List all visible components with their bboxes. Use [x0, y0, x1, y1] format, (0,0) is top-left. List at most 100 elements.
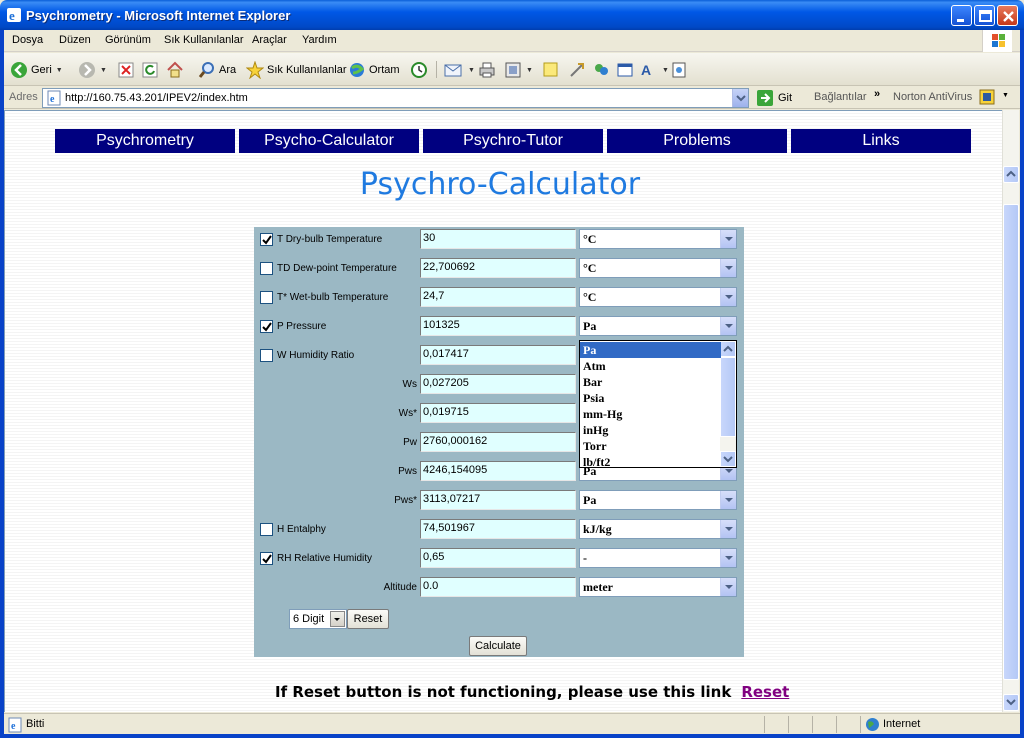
reset-button[interactable]: Reset	[347, 609, 389, 629]
row-value-input[interactable]: 24,7	[420, 287, 576, 307]
nav-problems[interactable]: Problems	[607, 129, 787, 153]
row-value-input[interactable]: 22,700692	[420, 258, 576, 278]
row-checkbox[interactable]	[260, 523, 273, 536]
row-checkbox[interactable]	[260, 320, 273, 333]
research-button[interactable]	[568, 59, 586, 81]
address-input[interactable]: e http://160.75.43.201/IPEV2/index.htm	[42, 88, 749, 108]
pressure-option[interactable]: Bar	[580, 374, 721, 390]
row-unit-select[interactable]: meter	[579, 577, 737, 597]
scroll-up-button[interactable]	[1003, 166, 1019, 183]
pressure-option[interactable]: Torr	[580, 438, 721, 454]
page-scrollbar[interactable]	[1002, 110, 1019, 712]
dropdown-scroll-up-button[interactable]	[720, 341, 736, 357]
print-button[interactable]	[478, 59, 496, 81]
row-value-input[interactable]: 0,017417	[420, 345, 576, 365]
discuss-button[interactable]	[542, 59, 560, 81]
minimize-button[interactable]	[951, 5, 972, 26]
select-arrow[interactable]	[720, 549, 736, 567]
select-arrow[interactable]	[720, 578, 736, 596]
window-button[interactable]	[616, 59, 634, 81]
home-button[interactable]	[166, 59, 184, 81]
row-checkbox[interactable]	[260, 349, 273, 362]
norton-dropdown-icon[interactable]: ▼	[1002, 92, 1009, 99]
scroll-thumb[interactable]	[1003, 204, 1019, 680]
pressure-option[interactable]: mm-Hg	[580, 406, 721, 422]
pressure-option[interactable]: inHg	[580, 422, 721, 438]
norton-label[interactable]: Norton AntiVirus	[893, 91, 972, 103]
menu-dosya[interactable]: Dosya	[12, 34, 43, 46]
menu-gorunum[interactable]: Görünüm	[105, 34, 151, 46]
mail-button[interactable]: ▼	[444, 59, 475, 81]
dropdown-scroll-thumb[interactable]	[720, 357, 736, 437]
select-arrow[interactable]	[720, 259, 736, 277]
back-button[interactable]: Geri ▼	[10, 59, 63, 81]
select-arrow[interactable]	[720, 520, 736, 538]
edit-dropdown-icon[interactable]: ▼	[526, 67, 533, 74]
row-unit-select[interactable]: kJ/kg	[579, 519, 737, 539]
calculate-button[interactable]: Calculate	[469, 636, 527, 656]
row-value-input[interactable]: 74,501967	[420, 519, 576, 539]
row-unit-select[interactable]: °C	[579, 258, 737, 278]
edit-button[interactable]: ▼	[504, 59, 533, 81]
select-arrow[interactable]	[720, 491, 736, 509]
menu-duzen[interactable]: Düzen	[59, 34, 91, 46]
select-arrow[interactable]	[720, 288, 736, 306]
row-value-input[interactable]: 4246,154095	[420, 461, 576, 481]
dropdown-scroll-down-button[interactable]	[720, 451, 736, 467]
refresh-button[interactable]	[142, 59, 158, 81]
dropdown-scrollbar[interactable]	[720, 341, 736, 467]
row-unit-select[interactable]: Pa	[579, 316, 737, 336]
select-arrow[interactable]	[720, 317, 736, 335]
forward-button[interactable]: ▼	[78, 59, 107, 81]
pressure-unit-dropdown-list[interactable]: Pa Atm Bar Psia mm-Hg inHg Torr lb/ft2	[579, 340, 737, 470]
select-arrow[interactable]	[720, 230, 736, 248]
row-unit-select[interactable]: -	[579, 548, 737, 568]
row-checkbox[interactable]	[260, 262, 273, 275]
digits-select-arrow[interactable]	[330, 611, 345, 627]
font-button[interactable]: A ▼	[640, 59, 669, 81]
pressure-option[interactable]: lb/ft2	[580, 454, 721, 470]
norton-icon[interactable]	[979, 89, 995, 105]
font-dropdown-icon[interactable]: ▼	[662, 67, 669, 74]
maximize-button[interactable]	[974, 5, 995, 26]
pressure-option[interactable]: Atm	[580, 358, 721, 374]
row-unit-select[interactable]: °C	[579, 287, 737, 307]
history-button[interactable]	[410, 59, 428, 81]
pressure-option[interactable]: Psia	[580, 390, 721, 406]
nav-psycho-calculator[interactable]: Psycho-Calculator	[239, 129, 419, 153]
nav-psychrometry[interactable]: Psychrometry	[55, 129, 235, 153]
media-button[interactable]: Ortam	[348, 59, 400, 81]
reset-link[interactable]: Reset	[741, 683, 789, 701]
forward-dropdown-icon[interactable]: ▼	[100, 67, 107, 74]
nav-psychro-tutor[interactable]: Psychro-Tutor	[423, 129, 603, 153]
row-value-input[interactable]: 3113,07217	[420, 490, 576, 510]
back-dropdown-icon[interactable]: ▼	[56, 67, 63, 74]
menu-favorites[interactable]: Sık Kullanılanlar	[164, 34, 244, 46]
messenger-button[interactable]	[592, 59, 610, 81]
digits-select[interactable]: 6 Digit	[289, 609, 347, 629]
scroll-down-button[interactable]	[1003, 694, 1019, 711]
row-checkbox[interactable]	[260, 552, 273, 565]
row-value-input[interactable]: 30	[420, 229, 576, 249]
row-value-input[interactable]: 0,019715	[420, 403, 576, 423]
menu-yardim[interactable]: Yardım	[302, 34, 337, 46]
row-value-input[interactable]: 101325	[420, 316, 576, 336]
row-value-input[interactable]: 2760,000162	[420, 432, 576, 452]
row-checkbox[interactable]	[260, 233, 273, 246]
row-value-input[interactable]: 0,65	[420, 548, 576, 568]
row-checkbox[interactable]	[260, 291, 273, 304]
go-button[interactable]: Git	[756, 89, 792, 107]
address-dropdown-button[interactable]	[732, 89, 748, 107]
menu-araclar[interactable]: Araçlar	[252, 34, 287, 46]
stop-button[interactable]	[118, 59, 134, 81]
mail-dropdown-icon[interactable]: ▼	[468, 67, 475, 74]
row-value-input[interactable]: 0.0	[420, 577, 576, 597]
pressure-option[interactable]: Pa	[580, 342, 721, 358]
search-button[interactable]: Ara	[198, 59, 236, 81]
favorites-button[interactable]: Sık Kullanılanlar	[246, 59, 347, 81]
row-unit-select[interactable]: Pa	[579, 490, 737, 510]
translate-button[interactable]	[670, 59, 688, 81]
chevron-right-icon[interactable]: »	[874, 88, 880, 100]
row-value-input[interactable]: 0,027205	[420, 374, 576, 394]
close-button[interactable]	[997, 5, 1018, 26]
